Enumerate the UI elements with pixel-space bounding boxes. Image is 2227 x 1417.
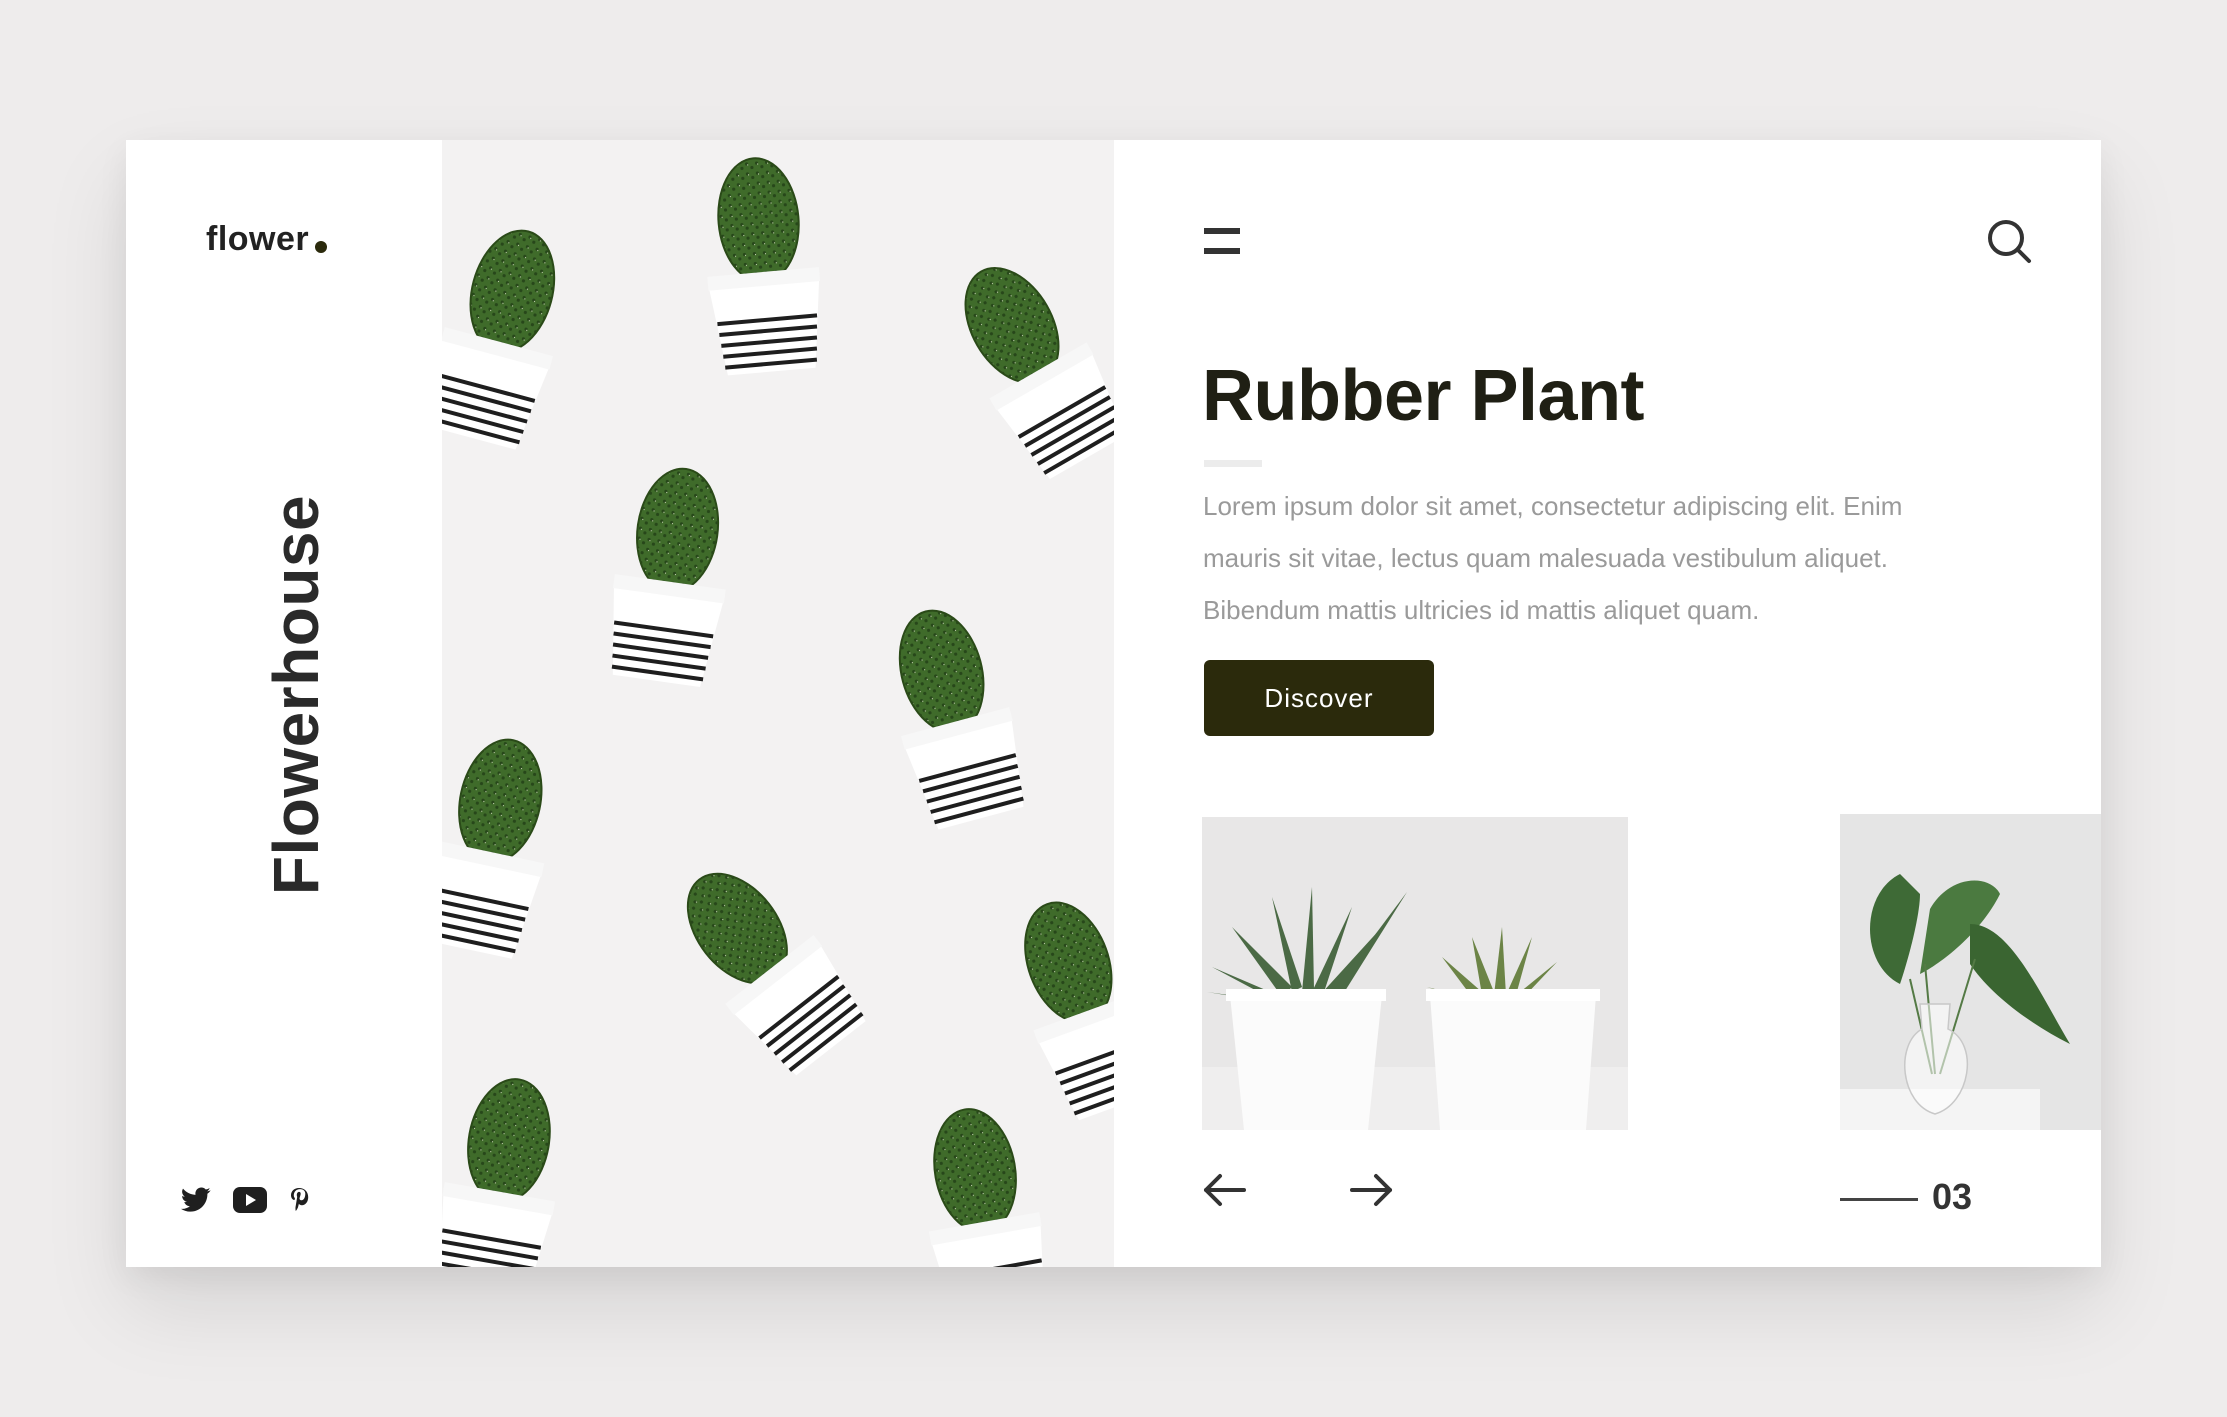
- slide-counter: 03: [1932, 1176, 1973, 1217]
- cactus-pattern: [442, 140, 1114, 1267]
- discover-button[interactable]: Discover: [1204, 660, 1434, 736]
- product-title: Rubber Plant: [1202, 356, 1645, 436]
- counter-line: [1840, 1198, 1918, 1201]
- twitter-icon[interactable]: [181, 1187, 211, 1213]
- thumbnail-vase-leaves[interactable]: [1840, 814, 2101, 1130]
- arrow-left-icon[interactable]: [1202, 1172, 1248, 1208]
- brand-name: Flowerhouse: [260, 494, 332, 896]
- search-icon[interactable]: [1986, 218, 2032, 264]
- thumbnail-succulents[interactable]: [1202, 817, 1628, 1130]
- arrow-right-icon[interactable]: [1348, 1172, 1394, 1208]
- left-sidebar: flower Flowerhouse: [126, 140, 442, 1267]
- menu-icon[interactable]: [1204, 228, 1240, 256]
- title-divider: [1204, 460, 1262, 467]
- main-card: flower Flowerhouse Rubber Plant Lorem ip…: [126, 140, 2101, 1267]
- content-panel: Rubber Plant Lorem ipsum dolor sit amet,…: [1114, 140, 2101, 1267]
- youtube-icon[interactable]: [233, 1187, 267, 1213]
- social-links: [181, 1185, 309, 1215]
- hero-image: [442, 140, 1114, 1267]
- pinterest-icon[interactable]: [289, 1187, 309, 1213]
- product-description: Lorem ipsum dolor sit amet, consectetur …: [1203, 491, 1903, 625]
- brand-vertical: Flowerhouse: [126, 140, 442, 1267]
